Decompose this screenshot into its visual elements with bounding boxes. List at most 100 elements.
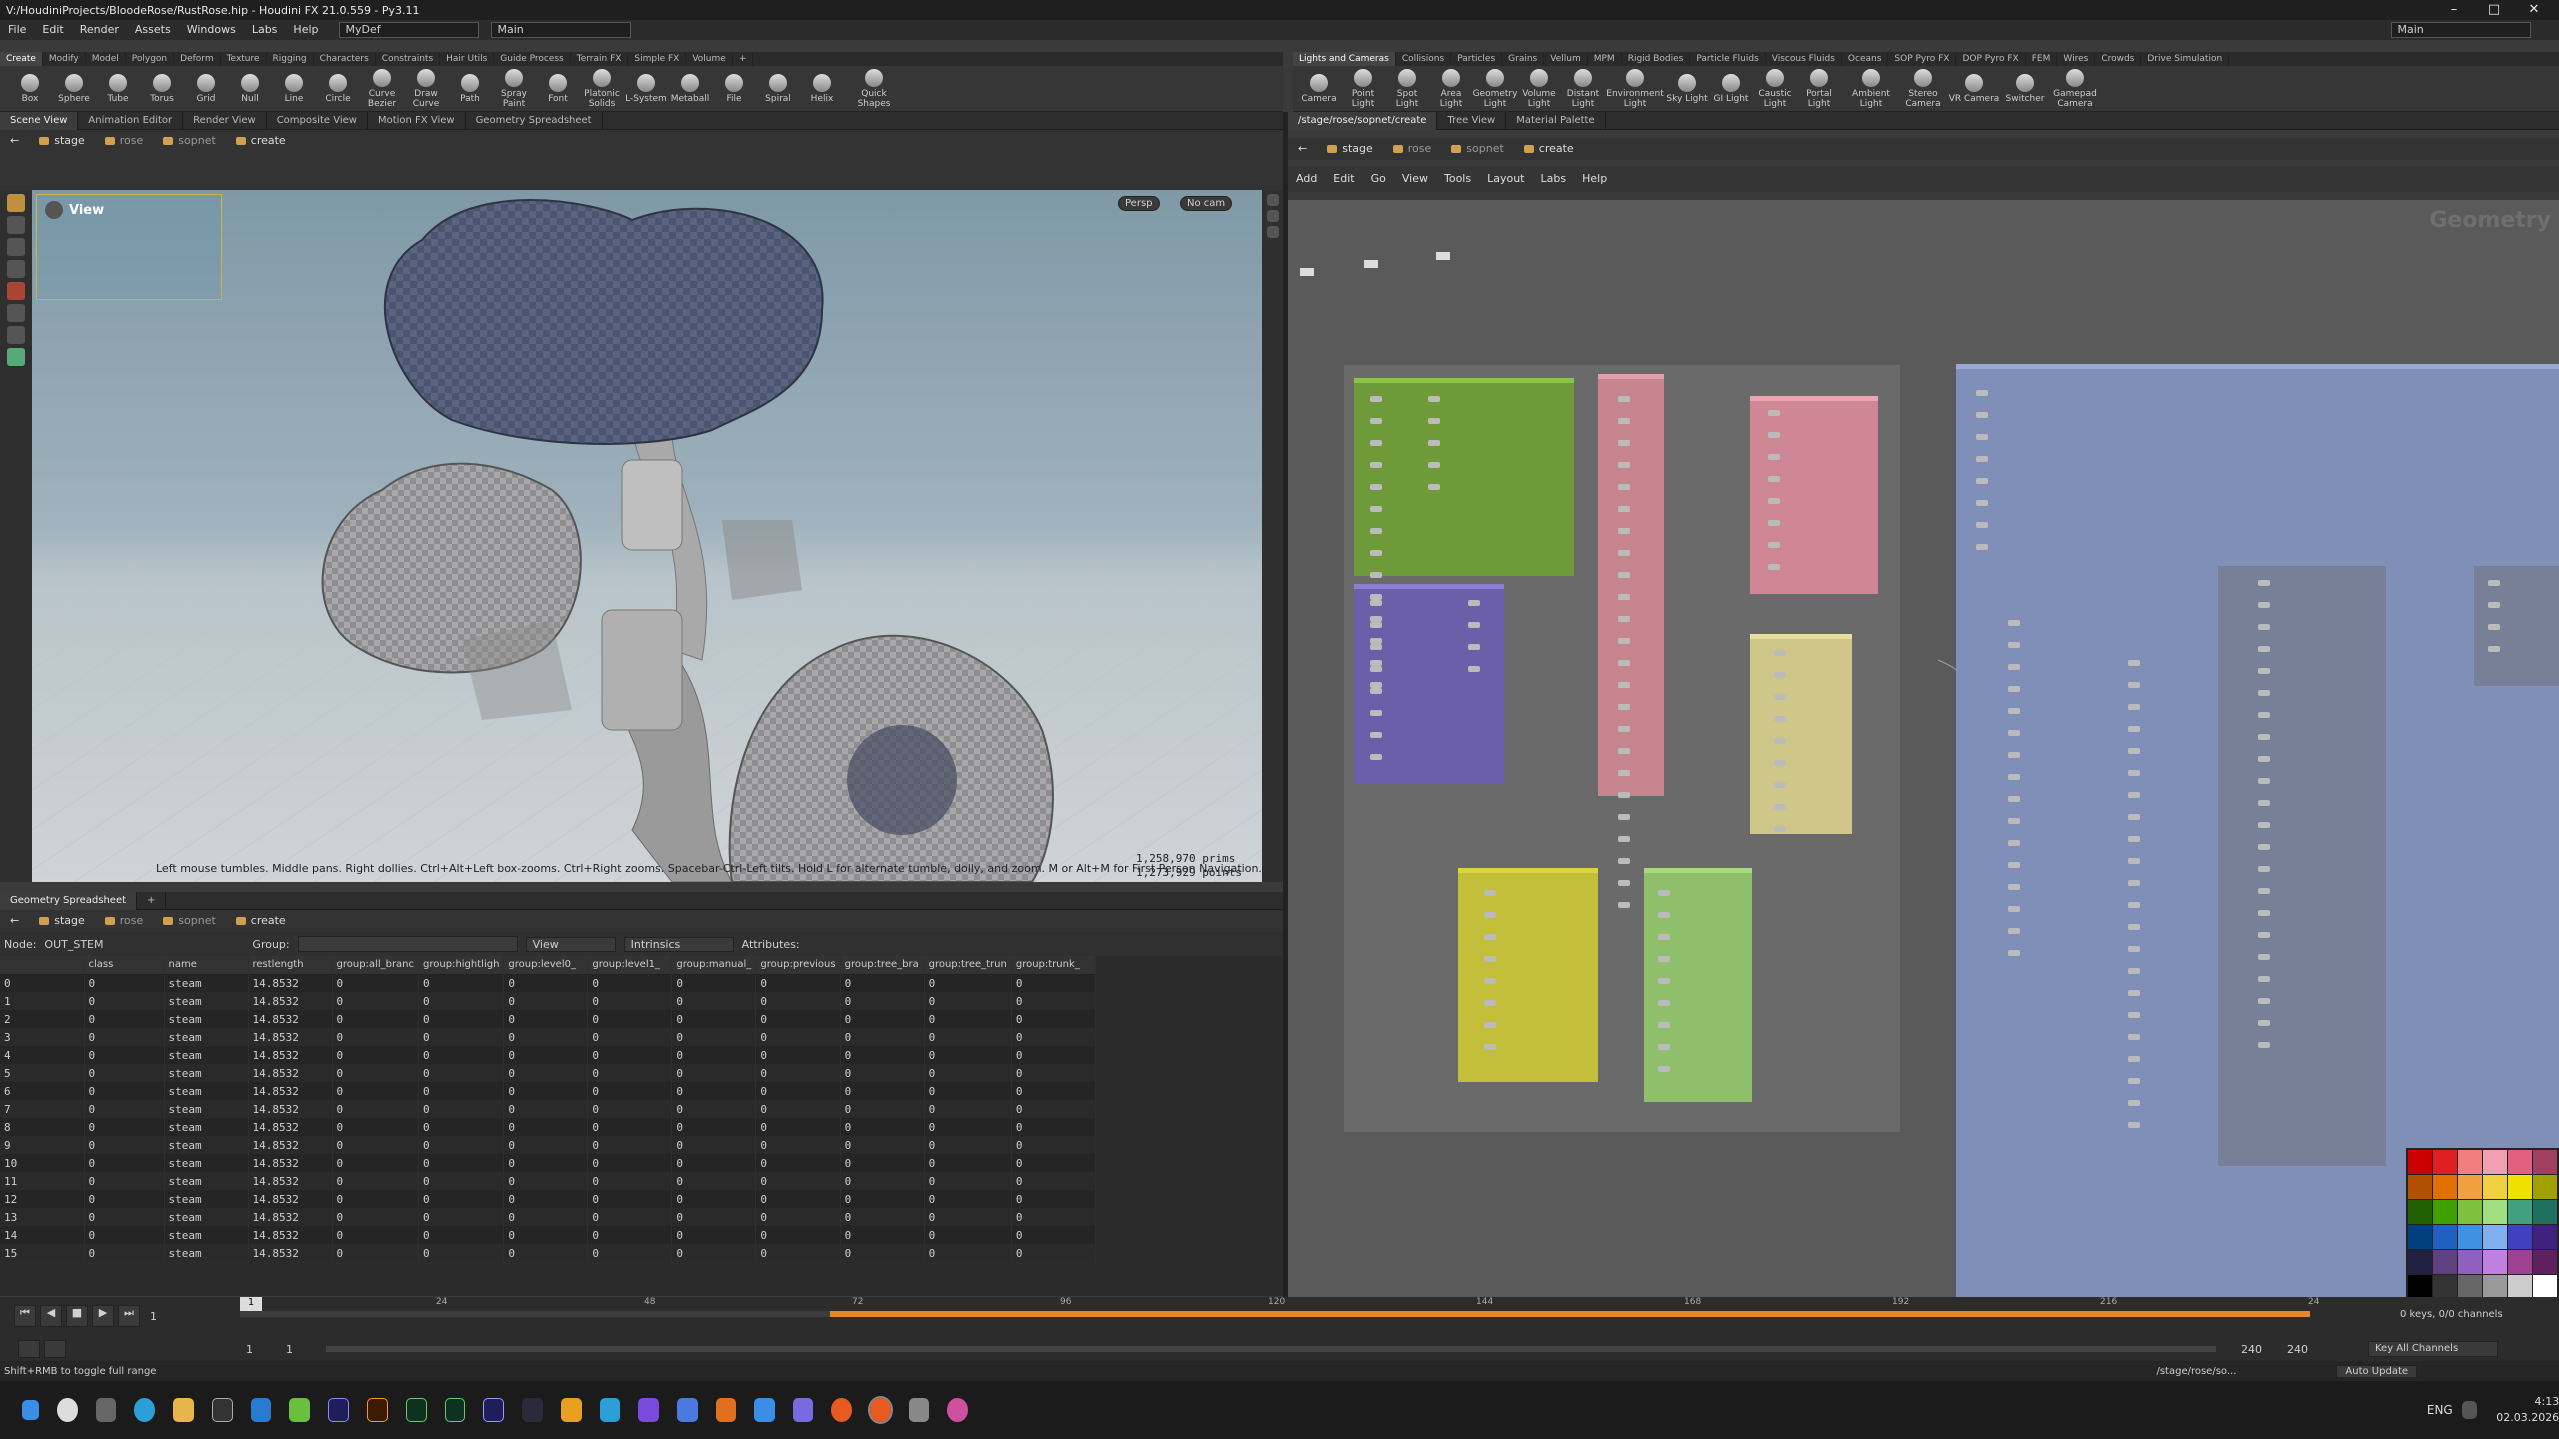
palette-swatch[interactable] [2458,1225,2482,1249]
network-node[interactable] [1370,528,1382,534]
net-menu-go[interactable]: Go [1363,169,1394,189]
network-node[interactable] [1976,390,1988,396]
network-node[interactable] [1370,666,1382,672]
network-node[interactable] [1618,638,1630,644]
tool-box[interactable]: Box [8,73,52,104]
network-node[interactable] [1364,260,1378,268]
play-icon[interactable]: ▶ [92,1305,114,1327]
shelf-tab-guide-process[interactable]: Guide Process [494,52,571,66]
table-row[interactable]: 9 0 steam 14.8532 0 0 0 0 0 0 0 0 0 [0,1136,1096,1154]
network-node[interactable] [2128,1034,2140,1040]
network-node[interactable] [1976,434,1988,440]
network-node[interactable] [1618,506,1630,512]
column-header[interactable]: group:previous [755,956,841,975]
stop-icon[interactable]: ■ [66,1305,88,1327]
app-icon-3[interactable] [561,1398,582,1422]
network-node[interactable] [1774,826,1786,832]
network-node[interactable] [2128,836,2140,842]
network-node[interactable] [2258,668,2270,674]
palette-swatch[interactable] [2408,1250,2432,1274]
palette-swatch[interactable] [2533,1150,2557,1174]
tool-curve-bezier[interactable]: Curve Bezier [360,68,404,109]
settings-icon[interactable] [908,1398,930,1422]
minimize-icon[interactable]: – [2434,0,2474,20]
column-header[interactable]: group:trunk_ [1011,956,1096,975]
tool-geometry-light[interactable]: Geometry Light [1473,68,1517,109]
network-node[interactable] [1484,1022,1496,1028]
network-node[interactable] [2128,924,2140,930]
group-field[interactable] [297,936,518,952]
pose-icon[interactable] [7,304,25,322]
table-row[interactable]: 5 0 steam 14.8532 0 0 0 0 0 0 0 0 0 [0,1064,1096,1082]
network-node[interactable] [2128,1012,2140,1018]
network-node[interactable] [1300,268,1314,276]
path-rose[interactable]: rose [95,130,154,152]
network-node[interactable] [1768,454,1780,460]
network-node[interactable] [1618,748,1630,754]
snap-icon[interactable] [7,348,25,366]
app-icon-4[interactable] [638,1398,659,1422]
network-node[interactable] [2258,800,2270,806]
menu-windows[interactable]: Windows [179,20,244,40]
discord-icon[interactable] [792,1398,814,1422]
tool-area-light[interactable]: Area Light [1429,68,1473,109]
network-node[interactable] [2008,906,2020,912]
network-node[interactable] [1428,484,1440,490]
network-node[interactable] [2128,880,2140,886]
network-node[interactable] [2258,954,2270,960]
network-node[interactable] [1774,694,1786,700]
network-node[interactable] [2258,580,2270,586]
tool-env-light[interactable]: Environment Light [1605,68,1665,109]
tool-platonic[interactable]: Platonic Solids [580,68,624,109]
network-node[interactable] [1618,792,1630,798]
app-icon-5[interactable] [676,1398,698,1422]
app-icon-8[interactable] [947,1398,968,1422]
path-create[interactable]: create [226,130,296,152]
network-node[interactable] [1618,396,1630,402]
shelf-tab-particles[interactable]: Particles [1451,52,1503,66]
table-row[interactable]: 4 0 steam 14.8532 0 0 0 0 0 0 0 0 0 [0,1046,1096,1064]
palette-swatch[interactable] [2483,1200,2507,1224]
shelf-tab-lights[interactable]: Lights and Cameras [1293,52,1396,66]
scale-icon[interactable] [7,260,25,278]
scene-viewport[interactable]: View Persp No cam Left mouse tumbles. Mi… [32,190,1262,882]
network-node[interactable] [1618,660,1630,666]
desktop-selector-main[interactable]: Main [490,22,631,38]
network-editor[interactable]: Geometry [1288,200,2559,1297]
tab-motion-fx-view[interactable]: Motion FX View [368,111,466,130]
color-palette[interactable] [2406,1148,2559,1297]
menu-edit[interactable]: Edit [34,20,71,40]
palette-swatch[interactable] [2458,1275,2482,1297]
camera-menu[interactable]: No cam [1180,196,1233,211]
shelf-tab-terrain-fx[interactable]: Terrain FX [571,52,629,66]
shelf-tab-constraints[interactable]: Constraints [376,52,441,66]
network-node[interactable] [1976,522,1988,528]
network-node[interactable] [2258,866,2270,872]
network-node[interactable] [1618,902,1630,908]
network-node[interactable] [1484,912,1496,918]
path-sopnet[interactable]: sopnet [1441,138,1514,160]
network-node[interactable] [1468,622,1480,628]
tool-caustic-light[interactable]: Caustic Light [1753,68,1797,109]
table-row[interactable]: 15 0 steam 14.8532 0 0 0 0 0 0 0 0 0 [0,1244,1096,1262]
network-node[interactable] [1370,600,1382,606]
network-node[interactable] [1618,880,1630,886]
network-node[interactable] [1618,616,1630,622]
tab-scene-view[interactable]: Scene View [0,111,79,130]
shelf-tab-grains[interactable]: Grains [1502,52,1545,66]
palette-swatch[interactable] [2458,1175,2482,1199]
network-node[interactable] [1436,252,1450,260]
back-arrow-icon[interactable]: ← [0,130,29,152]
spreadsheet-table[interactable]: class name restlength group:all_branc group:… [0,956,1096,1262]
tool-circle[interactable]: Circle [316,73,360,104]
palette-swatch[interactable] [2533,1225,2557,1249]
range-start2[interactable]: 1 [286,1343,326,1356]
menu-labs[interactable]: Labs [244,20,286,40]
select-icon[interactable] [7,194,25,212]
tool-sphere[interactable]: Sphere [52,73,96,104]
shelf-tab-sop-pyro[interactable]: SOP Pyro FX [1888,52,1957,66]
network-node[interactable] [1484,1044,1496,1050]
table-row[interactable]: 13 0 steam 14.8532 0 0 0 0 0 0 0 0 0 [0,1208,1096,1226]
palette-swatch[interactable] [2483,1150,2507,1174]
view-icon[interactable] [7,326,25,344]
